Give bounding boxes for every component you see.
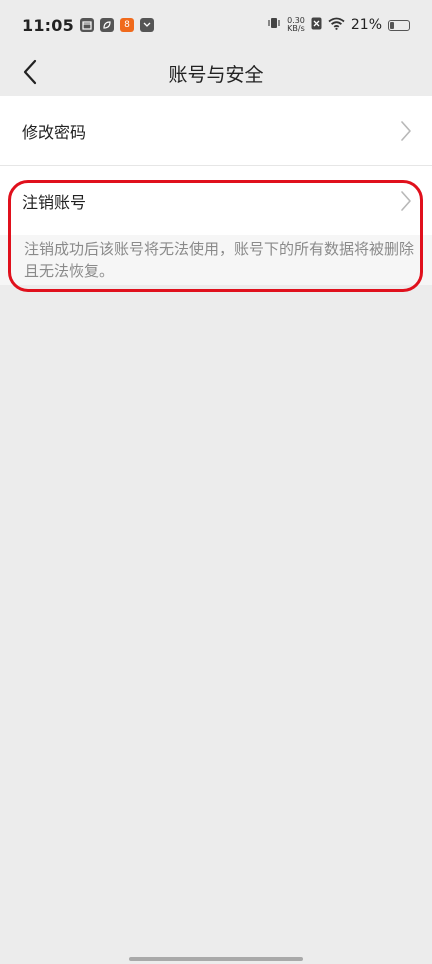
home-indicator[interactable] <box>129 957 303 961</box>
network-speed-unit: KB/s <box>287 24 305 33</box>
battery-percent: 21% <box>350 17 382 33</box>
menu-item-delete-account[interactable]: 注销账号 <box>0 166 432 235</box>
battery-level-fill <box>390 21 394 29</box>
network-speed: 0.30 KB/s <box>287 17 305 33</box>
menu-item-label: 注销账号 <box>22 192 87 212</box>
wifi-icon <box>328 16 345 34</box>
vibrate-icon <box>267 16 281 34</box>
delete-account-description: 注销成功后该账号将无法使用，账号下的所有数据将被删除且无法恢复。 <box>0 235 432 285</box>
status-time: 11:05 <box>22 15 74 35</box>
page-title: 账号与安全 <box>168 63 264 86</box>
back-button[interactable] <box>14 56 46 88</box>
battery-icon <box>388 19 410 31</box>
chevron-right-icon <box>401 120 411 141</box>
menu-item-label: 修改密码 <box>22 122 87 142</box>
app-notification-badge: 8 <box>124 20 130 30</box>
chevron-left-icon <box>23 59 37 85</box>
sim-disabled-icon <box>311 16 322 34</box>
calendar-notification-icon <box>79 18 94 32</box>
menu-item-change-password[interactable]: 修改密码 <box>0 96 432 165</box>
leaf-notification-icon <box>99 18 114 32</box>
chevron-right-icon <box>401 190 411 211</box>
status-left: 11:05 8 <box>22 16 154 35</box>
status-bar: 11:05 8 0.30 KB/s 21% <box>0 0 432 50</box>
nav-bar: 账号与安全 <box>0 50 432 96</box>
settings-menu: 修改密码 注销账号 <box>0 96 432 235</box>
status-right: 0.30 KB/s 21% <box>267 16 410 34</box>
app-notification-icon: 8 <box>119 18 134 32</box>
message-notification-icon <box>139 18 154 32</box>
